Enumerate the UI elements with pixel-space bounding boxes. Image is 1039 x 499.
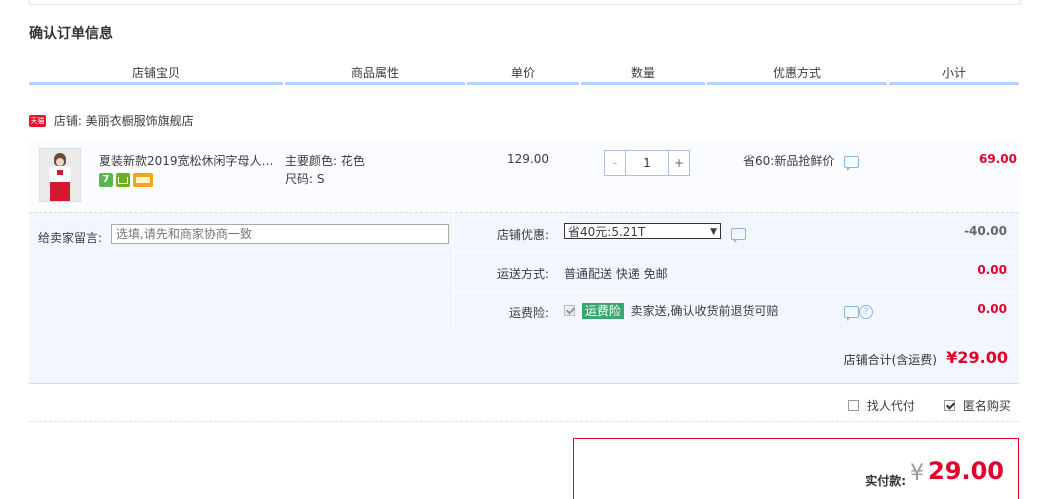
shop-discount-label: 店铺优惠: xyxy=(496,228,549,242)
section-title: 确认订单信息 xyxy=(29,26,113,42)
item-subtotal: 69.00 xyxy=(979,152,1017,166)
shop-row: 天猫 店铺: 美丽衣橱服饰旗舰店 xyxy=(29,112,194,130)
proxy-pay-option[interactable]: 找人代付 xyxy=(848,397,915,414)
insurance-amount: 0.00 xyxy=(977,302,1007,316)
shipping-amount: 0.00 xyxy=(977,263,1007,277)
promo-label: 省60:新品抢鲜价 xyxy=(743,154,835,168)
insurance-icons: ? xyxy=(844,304,873,321)
attr-size: 尺码: S xyxy=(285,172,325,186)
header-underline xyxy=(29,82,283,85)
unit-price: 129.00 xyxy=(507,152,549,166)
insurance-label: 运费险: xyxy=(508,306,549,320)
shop-discount-select[interactable]: 省40元:5.21T ▼ xyxy=(564,223,721,239)
order-options: 给卖家留言: 店铺优惠: 省40元:5.21T ▼ -40.00 运送方式: 普… xyxy=(29,213,1019,331)
credit-card-icon[interactable] xyxy=(133,172,153,187)
proxy-pay-checkbox[interactable] xyxy=(848,400,859,411)
help-icon[interactable]: ? xyxy=(859,304,873,319)
increase-button[interactable]: + xyxy=(669,151,689,175)
product-title-link[interactable]: 夏装新款2019宽松休闲字母人物... xyxy=(99,152,281,169)
order-item-row: 夏装新款2019宽松休闲字母人物... 7 主要颜色: 花色 尺码: S 129… xyxy=(29,140,1019,213)
extra-options: 找人代付 匿名购买 xyxy=(29,395,1019,422)
col-discount: 优惠方式 xyxy=(772,66,821,80)
insurance-tag: 运费险 xyxy=(581,302,624,319)
seller-message-input[interactable] xyxy=(111,224,449,244)
table-header: 店铺宝贝 商品属性 单价 数量 优惠方式 小计 xyxy=(29,60,1019,86)
shop-discount-row: 店铺优惠: 省40元:5.21T ▼ -40.00 xyxy=(454,213,1019,253)
col-shop-items: 店铺宝贝 xyxy=(131,66,180,80)
anonymous-option[interactable]: 匿名购买 xyxy=(944,397,1011,414)
shipping-label: 运送方式: xyxy=(496,267,549,281)
seven-day-return-icon[interactable]: 7 xyxy=(99,172,113,187)
payment-label: 实付款: xyxy=(865,474,906,488)
quantity-stepper: - 1 + xyxy=(604,150,690,176)
insurance-checkbox[interactable] xyxy=(564,305,575,316)
shop-name-link[interactable]: 店铺: 美丽衣橱服饰旗舰店 xyxy=(54,114,194,128)
header-underline xyxy=(889,82,1019,85)
message-icon[interactable] xyxy=(844,155,860,171)
proxy-pay-label[interactable]: 找人代付 xyxy=(867,399,915,413)
anonymous-label[interactable]: 匿名购买 xyxy=(963,399,1011,413)
shop-total-label: 店铺合计(含运费) xyxy=(843,353,937,367)
attr-color: 主要颜色: 花色 xyxy=(285,154,365,168)
payment-summary: 实付款: ¥ 29.00 xyxy=(573,438,1019,499)
tmall-icon: 天猫 xyxy=(29,114,46,127)
payment-amount: 29.00 xyxy=(928,457,1004,485)
insurance-row: 运费险: 运费险 卖家送,确认收货前退货可赔 ? 0.00 xyxy=(454,291,1019,330)
anonymous-checkbox[interactable] xyxy=(944,400,955,411)
service-badges: 7 xyxy=(99,172,156,187)
insurance-desc: 卖家送,确认收货前退货可赔 xyxy=(630,304,779,318)
message-label: 给卖家留言: xyxy=(38,231,103,245)
top-panel-edge xyxy=(29,0,1021,5)
message-panel: 给卖家留言: xyxy=(29,213,454,331)
shop-total-row: 店铺合计(含运费) ¥29.00 xyxy=(29,331,1019,384)
header-underline xyxy=(707,82,887,85)
header-underline xyxy=(581,82,705,85)
quantity-input[interactable]: 1 xyxy=(625,151,669,175)
col-subtotal: 小计 xyxy=(941,66,966,80)
message-icon[interactable] xyxy=(844,305,859,321)
header-underline xyxy=(285,82,465,85)
guarantee-icon[interactable] xyxy=(116,172,130,187)
decrease-button[interactable]: - xyxy=(605,151,625,175)
message-icon[interactable] xyxy=(731,228,746,243)
item-promo: 省60:新品抢鲜价 xyxy=(743,152,860,171)
col-unit-price: 单价 xyxy=(510,66,535,80)
col-quantity: 数量 xyxy=(630,66,655,80)
currency-symbol: ¥ xyxy=(910,461,924,486)
insurance-value: 运费险 卖家送,确认收货前退货可赔 xyxy=(564,302,779,319)
shop-discount-selected: 省40元:5.21T xyxy=(568,225,646,239)
product-thumbnail[interactable] xyxy=(39,148,81,202)
header-underline xyxy=(467,82,579,85)
col-attributes: 商品属性 xyxy=(350,66,399,80)
shipping-row: 运送方式: 普通配送 快递 免邮 0.00 xyxy=(454,252,1019,292)
shipping-method: 普通配送 快递 免邮 xyxy=(564,267,668,281)
dropdown-arrow-icon: ▼ xyxy=(710,227,717,237)
shop-discount-amount: -40.00 xyxy=(964,224,1007,238)
shop-total-value: ¥29.00 xyxy=(946,348,1008,367)
